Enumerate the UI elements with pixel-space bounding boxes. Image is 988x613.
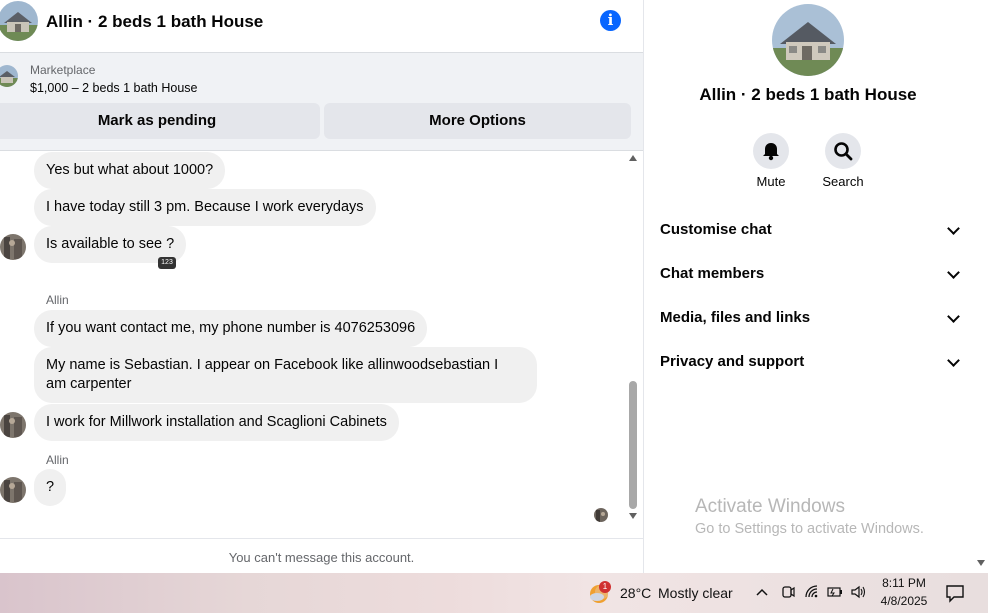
- message-bubble[interactable]: If you want contact me, my phone number …: [34, 310, 428, 347]
- scroll-down-icon[interactable]: [629, 513, 637, 519]
- battery-icon[interactable]: [826, 584, 844, 605]
- message-line: am carpenter: [46, 376, 132, 392]
- section-label: Chat members: [660, 265, 765, 282]
- chevron-down-icon: [947, 222, 960, 235]
- bell-icon: [763, 143, 779, 161]
- conversation-info-pane: Allin · 2 beds 1 bath House Mute Search …: [644, 0, 988, 573]
- activate-windows-title: Activate Windows: [695, 496, 845, 517]
- message-line: My name is Sebastian. I appear on Facebo…: [46, 357, 499, 373]
- section-customise-chat[interactable]: Customise chat: [660, 210, 960, 250]
- chat-title[interactable]: Allin · 2 beds 1 bath House: [46, 12, 263, 32]
- sender-avatar[interactable]: [0, 234, 26, 260]
- wifi-icon[interactable]: [804, 584, 820, 605]
- message-bubble[interactable]: ?: [34, 469, 67, 506]
- scrollbar-thumb[interactable]: [629, 381, 637, 509]
- weather-widget[interactable]: 1: [588, 581, 612, 605]
- clock-time[interactable]: 8:11 PM: [880, 576, 928, 590]
- listing-price-title[interactable]: $1,000 – 2 beds 1 bath House: [30, 81, 198, 95]
- section-media-files-links[interactable]: Media, files and links: [660, 298, 960, 338]
- scroll-up-icon[interactable]: [629, 155, 637, 161]
- section-label: Privacy and support: [660, 353, 805, 370]
- sender-avatar[interactable]: [0, 412, 26, 438]
- message-bubble[interactable]: My name is Sebastian. I appear on Facebo…: [34, 347, 537, 403]
- info-icon[interactable]: i: [600, 10, 621, 31]
- blocked-notice: You can't message this account.: [0, 538, 643, 574]
- marketplace-label: Marketplace: [30, 63, 96, 77]
- clock-date[interactable]: 4/8/2025: [876, 594, 932, 608]
- search-button[interactable]: [825, 133, 861, 169]
- profile-avatar[interactable]: [772, 4, 844, 76]
- listing-bar: Marketplace $1,000 – 2 beds 1 bath House…: [0, 53, 643, 151]
- volume-icon[interactable]: [850, 584, 868, 605]
- search-label: Search: [822, 174, 864, 189]
- weather-condition[interactable]: Mostly clear: [658, 585, 733, 601]
- section-label: Customise chat: [660, 221, 772, 238]
- section-privacy-support[interactable]: Privacy and support: [660, 342, 960, 382]
- meet-now-icon[interactable]: [780, 584, 796, 605]
- mark-as-pending-button[interactable]: Mark as pending: [0, 103, 320, 139]
- chevron-down-icon: [947, 310, 960, 323]
- activate-windows-subtitle: Go to Settings to activate Windows.: [695, 521, 924, 537]
- show-hidden-icons-chevron-up-icon[interactable]: [755, 585, 769, 604]
- section-label: Media, files and links: [660, 309, 811, 326]
- header-avatar[interactable]: [0, 1, 38, 41]
- conversation-title: Allin · 2 beds 1 bath House: [699, 85, 917, 104]
- chat-header: Allin · 2 beds 1 bath House i: [0, 0, 643, 53]
- sender-avatar[interactable]: [0, 477, 26, 503]
- mute-button[interactable]: [753, 133, 789, 169]
- sender-name: Allin: [46, 453, 69, 467]
- notification-center-icon[interactable]: [945, 583, 965, 608]
- sender-name: Allin: [46, 293, 69, 307]
- listing-thumbnail[interactable]: [0, 65, 18, 87]
- message-bubble[interactable]: I work for Millwork installation and Sca…: [34, 404, 399, 441]
- chat-pane: Allin · 2 beds 1 bath House i Marketplac…: [0, 0, 644, 573]
- section-chat-members[interactable]: Chat members: [660, 254, 960, 294]
- chevron-down-icon: [947, 266, 960, 279]
- chevron-down-icon: [947, 354, 960, 367]
- search-icon: [834, 142, 853, 161]
- mute-label: Mute: [756, 174, 786, 189]
- page-scroll-down-icon[interactable]: [977, 560, 985, 566]
- message-bubble[interactable]: Yes but what about 1000?: [34, 152, 226, 189]
- message-bubble[interactable]: I have today still 3 pm. Because I work …: [34, 189, 376, 226]
- message-list: Yes but what about 1000? I have today st…: [0, 150, 628, 528]
- message-reaction-tag[interactable]: 123: [158, 257, 176, 269]
- weather-badge: 1: [599, 581, 611, 593]
- weather-temperature[interactable]: 28°C: [620, 585, 651, 601]
- more-options-button[interactable]: More Options: [324, 103, 631, 139]
- read-receipt-avatar: [594, 508, 608, 522]
- taskbar: 1 28°C Mostly clear 8:11 PM 4/8/2025: [0, 573, 988, 613]
